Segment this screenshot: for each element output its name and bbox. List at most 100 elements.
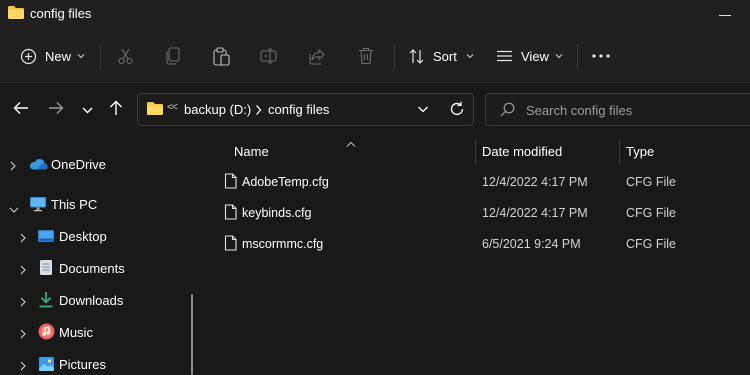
file-icon bbox=[224, 235, 237, 254]
sidebar-item-label: Documents bbox=[59, 261, 125, 276]
chevron-right-icon[interactable] bbox=[20, 263, 26, 278]
chevron-down-icon bbox=[77, 53, 85, 59]
sidebar-item-onedrive[interactable]: OneDrive bbox=[0, 150, 190, 178]
view-lines-icon bbox=[496, 50, 513, 62]
sidebar-item-this-pc[interactable]: This PC bbox=[0, 190, 190, 218]
documents-icon bbox=[39, 259, 53, 279]
file-name: AdobeTemp.cfg bbox=[242, 175, 329, 189]
command-bar: New Sort View bbox=[0, 30, 750, 83]
copy-button[interactable] bbox=[166, 41, 181, 71]
chevron-right-icon[interactable] bbox=[20, 231, 26, 246]
sidebar-item-label: Pictures bbox=[59, 357, 106, 372]
back-button[interactable] bbox=[10, 98, 32, 120]
column-divider[interactable] bbox=[619, 138, 620, 166]
chevron-right-icon[interactable] bbox=[255, 102, 262, 119]
file-type: CFG File bbox=[626, 175, 676, 189]
refresh-icon[interactable] bbox=[449, 101, 465, 120]
up-button[interactable] bbox=[105, 98, 127, 120]
address-history-button[interactable] bbox=[417, 102, 429, 119]
download-icon bbox=[38, 291, 54, 311]
sort-label: Sort bbox=[433, 48, 457, 64]
breadcrumb-drive[interactable]: backup (D:) bbox=[184, 102, 251, 117]
share-icon bbox=[309, 48, 326, 65]
file-type: CFG File bbox=[626, 206, 676, 220]
column-header-type[interactable]: Type bbox=[626, 144, 654, 159]
scissors-icon bbox=[117, 47, 134, 65]
search-box bbox=[485, 93, 750, 126]
toolbar-divider bbox=[394, 44, 395, 70]
chevron-right-icon[interactable] bbox=[20, 359, 26, 374]
search-icon bbox=[500, 102, 515, 120]
chevron-down-icon[interactable] bbox=[9, 201, 19, 216]
rename-icon bbox=[260, 48, 278, 64]
view-button[interactable]: View bbox=[496, 41, 563, 71]
share-button[interactable] bbox=[309, 41, 326, 71]
window-title: config files bbox=[30, 6, 92, 21]
sidebar-scrollbar[interactable] bbox=[191, 294, 193, 375]
chevron-down-icon bbox=[555, 53, 563, 59]
paste-button[interactable] bbox=[213, 41, 230, 71]
rename-button[interactable] bbox=[260, 41, 278, 71]
music-icon bbox=[38, 323, 55, 343]
title-bar: config files bbox=[0, 0, 750, 30]
cloud-icon bbox=[29, 158, 48, 173]
copy-icon bbox=[166, 47, 181, 65]
desktop-icon bbox=[37, 229, 55, 246]
sidebar-item-music[interactable]: Music bbox=[0, 318, 190, 346]
breadcrumb-folder[interactable]: config files bbox=[268, 102, 329, 117]
sidebar-item-downloads[interactable]: Downloads bbox=[0, 286, 190, 314]
sidebar-item-label: Desktop bbox=[59, 229, 107, 244]
column-divider[interactable] bbox=[475, 138, 476, 166]
table-row[interactable]: mscormmc.cfg 6/5/2021 9:24 PM CFG File bbox=[203, 229, 750, 260]
folder-icon bbox=[146, 101, 164, 119]
folder-icon bbox=[7, 5, 25, 20]
recent-locations-button[interactable] bbox=[76, 98, 98, 120]
arrow-right-icon bbox=[48, 101, 64, 118]
sort-ascending-icon bbox=[346, 136, 356, 151]
overflow-chevron[interactable]: << bbox=[167, 102, 178, 113]
file-date: 12/4/2022 4:17 PM bbox=[482, 175, 588, 189]
cut-button[interactable] bbox=[117, 41, 134, 71]
more-icon bbox=[592, 54, 610, 58]
sidebar-item-documents[interactable]: Documents bbox=[0, 254, 190, 282]
navigation-bar: << backup (D:) config files bbox=[0, 84, 750, 134]
minimize-button[interactable] bbox=[712, 4, 738, 26]
navigation-pane: OneDrive This PC Desktop Documents Downl… bbox=[0, 134, 203, 375]
sidebar-item-label: This PC bbox=[51, 197, 98, 212]
column-header-name[interactable]: Name bbox=[234, 144, 269, 159]
file-name: mscormmc.cfg bbox=[242, 237, 324, 251]
clipboard-icon bbox=[213, 46, 230, 66]
more-options-button[interactable] bbox=[592, 41, 610, 71]
sidebar-item-label: Downloads bbox=[59, 293, 124, 308]
forward-button[interactable] bbox=[45, 98, 67, 120]
toolbar-divider bbox=[100, 44, 101, 70]
plus-circle-icon bbox=[20, 48, 37, 65]
file-icon bbox=[224, 204, 237, 223]
file-date: 12/4/2022 4:17 PM bbox=[482, 206, 588, 220]
sidebar-item-pictures[interactable]: Pictures bbox=[0, 350, 190, 375]
table-row[interactable]: AdobeTemp.cfg 12/4/2022 4:17 PM CFG File bbox=[203, 167, 750, 198]
file-list: Name Date modified Type AdobeTemp.cfg 12… bbox=[203, 134, 750, 375]
arrow-left-icon bbox=[13, 101, 29, 118]
file-name: keybinds.cfg bbox=[242, 206, 312, 220]
address-bar[interactable]: << backup (D:) config files bbox=[137, 93, 474, 126]
new-button[interactable]: New bbox=[20, 41, 85, 71]
sidebar-item-label: OneDrive bbox=[51, 157, 106, 172]
chevron-right-icon[interactable] bbox=[20, 295, 26, 310]
chevron-down-icon bbox=[82, 102, 93, 117]
table-row[interactable]: keybinds.cfg 12/4/2022 4:17 PM CFG File bbox=[203, 198, 750, 229]
column-header-date[interactable]: Date modified bbox=[482, 144, 562, 159]
chevron-right-icon[interactable] bbox=[10, 159, 16, 174]
file-icon bbox=[224, 173, 237, 192]
monitor-icon bbox=[29, 196, 47, 215]
file-type: CFG File bbox=[626, 237, 676, 251]
search-input[interactable] bbox=[526, 101, 741, 119]
delete-button[interactable] bbox=[358, 41, 374, 71]
sort-button[interactable]: Sort bbox=[408, 41, 474, 71]
chevron-right-icon[interactable] bbox=[20, 327, 26, 342]
view-label: View bbox=[521, 48, 549, 64]
sidebar-item-label: Music bbox=[59, 325, 93, 340]
trash-icon bbox=[358, 47, 374, 65]
chevron-down-icon bbox=[466, 53, 474, 59]
sidebar-item-desktop[interactable]: Desktop bbox=[0, 222, 190, 250]
